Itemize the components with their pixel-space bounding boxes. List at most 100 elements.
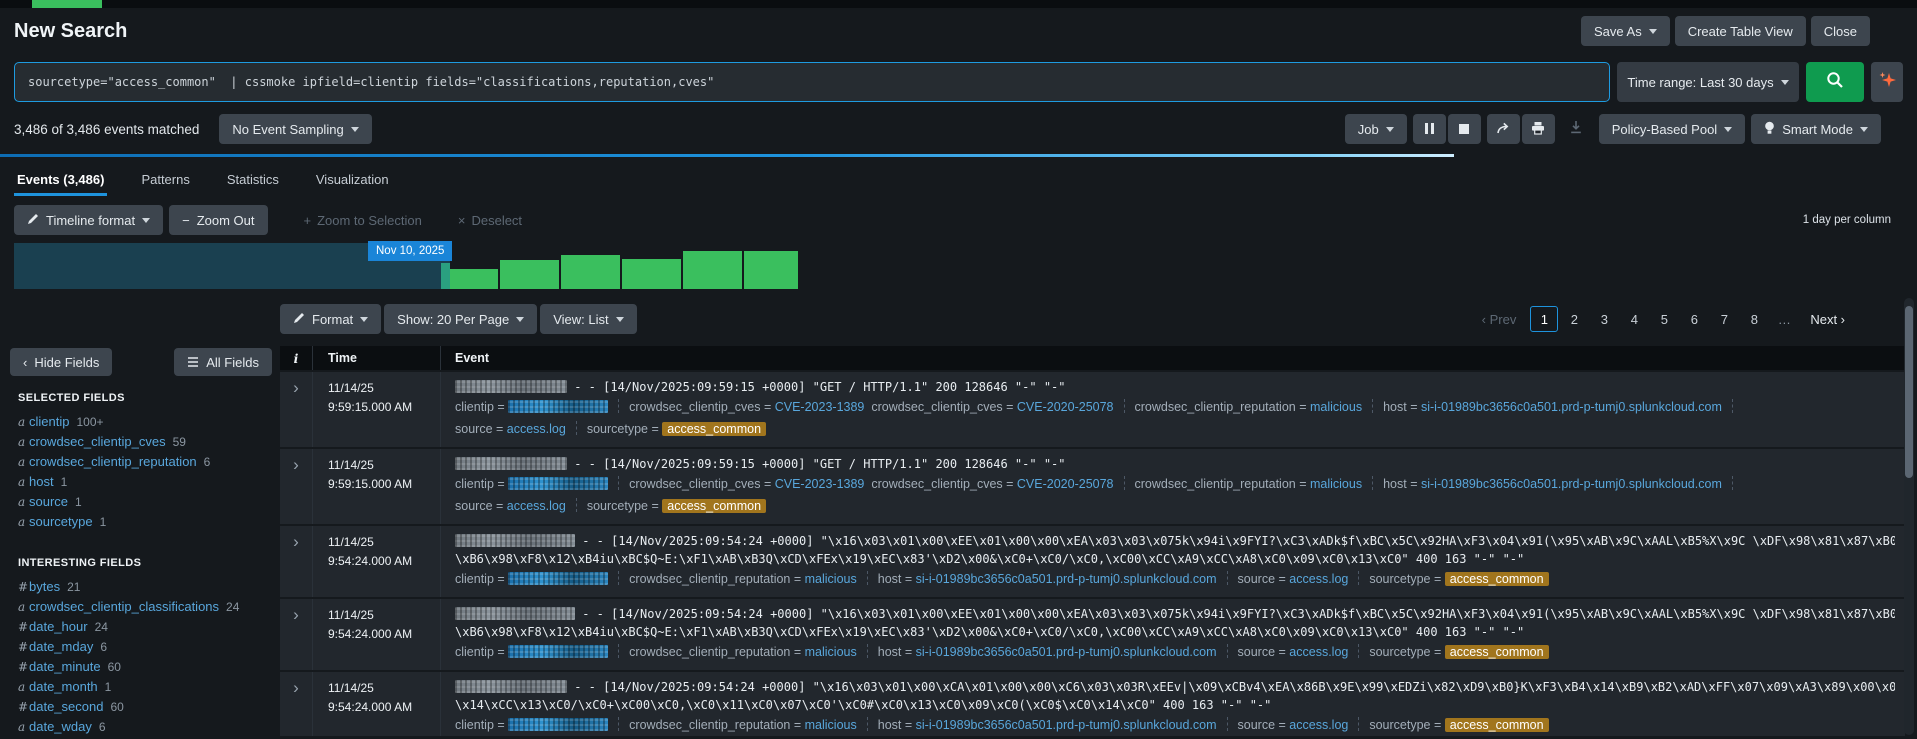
create-table-view-button[interactable]: Create Table View <box>1675 16 1806 46</box>
field-key[interactable]: source <box>455 422 493 436</box>
workload-pool-button[interactable]: Policy-Based Pool <box>1599 114 1746 144</box>
field-item-bytes[interactable]: #bytes21 <box>10 576 280 596</box>
field-value[interactable]: si-i-01989bc3656c0a501.prd-p-tumj0.splun… <box>916 718 1217 732</box>
field-item-date_second[interactable]: #date_second60 <box>10 696 280 716</box>
field-item-date_hour[interactable]: #date_hour24 <box>10 616 280 636</box>
field-value[interactable]: access_common <box>662 422 766 436</box>
field-key[interactable]: crowdsec_clientip_cves <box>871 477 1002 491</box>
event-sampling-button[interactable]: No Event Sampling <box>219 114 371 144</box>
field-key[interactable]: crowdsec_clientip_cves <box>629 477 760 491</box>
field-key[interactable]: clientip <box>455 477 494 491</box>
field-key[interactable]: sourcetype <box>587 499 648 513</box>
field-key[interactable]: host <box>1383 477 1407 491</box>
field-value[interactable]: CVE-2020-25078 <box>1017 400 1114 414</box>
tab-patterns[interactable]: Patterns <box>138 157 192 201</box>
hide-fields-button[interactable]: ‹ Hide Fields <box>10 348 112 376</box>
search-mode-button[interactable]: Smart Mode <box>1751 114 1881 144</box>
pagination-page-2[interactable]: 2 <box>1560 306 1588 332</box>
field-key[interactable]: crowdsec_clientip_reputation <box>629 645 790 659</box>
expand-chevron-icon[interactable]: › <box>293 678 299 697</box>
redacted-clientip-value[interactable] <box>508 718 608 731</box>
pagination-page-5[interactable]: 5 <box>1650 306 1678 332</box>
field-key[interactable]: source <box>1238 645 1276 659</box>
field-key[interactable]: clientip <box>455 572 494 586</box>
field-item-date_minute[interactable]: #date_minute60 <box>10 656 280 676</box>
redacted-clientip-value[interactable] <box>508 645 608 658</box>
close-button[interactable]: Close <box>1811 16 1870 46</box>
timeline-bar[interactable] <box>622 259 681 289</box>
field-key[interactable]: sourcetype <box>1369 645 1430 659</box>
all-fields-button[interactable]: All Fields <box>174 348 272 376</box>
job-menu-button[interactable]: Job <box>1345 114 1407 144</box>
per-page-button[interactable]: Show: 20 Per Page <box>384 304 537 334</box>
pause-job-button[interactable] <box>1413 114 1446 144</box>
tab-events-3-486[interactable]: Events (3,486) <box>14 157 107 201</box>
stop-job-button[interactable] <box>1448 114 1481 144</box>
pagination-page-8[interactable]: 8 <box>1740 306 1768 332</box>
field-key[interactable]: sourcetype <box>1369 572 1430 586</box>
pagination-next[interactable]: Next › <box>1810 312 1845 327</box>
pagination-page-1[interactable]: 1 <box>1530 306 1558 332</box>
print-job-button[interactable] <box>1522 114 1555 144</box>
field-key[interactable]: host <box>878 718 902 732</box>
field-value[interactable]: CVE-2020-25078 <box>1017 477 1114 491</box>
redacted-clientip-value[interactable] <box>508 477 608 490</box>
field-value[interactable]: access.log <box>1289 718 1348 732</box>
field-key[interactable]: host <box>1383 400 1407 414</box>
field-value[interactable]: si-i-01989bc3656c0a501.prd-p-tumj0.splun… <box>916 572 1217 586</box>
field-value[interactable]: access.log <box>507 422 566 436</box>
field-value[interactable]: access_common <box>1445 645 1549 659</box>
field-value[interactable]: access_common <box>1445 718 1549 732</box>
timeline-bar[interactable] <box>683 251 742 289</box>
pagination-page-3[interactable]: 3 <box>1590 306 1618 332</box>
pagination-page-4[interactable]: 4 <box>1620 306 1648 332</box>
field-key[interactable]: host <box>878 645 902 659</box>
field-key[interactable]: host <box>878 572 902 586</box>
field-value[interactable]: malicious <box>1310 400 1362 414</box>
field-value[interactable]: si-i-01989bc3656c0a501.prd-p-tumj0.splun… <box>1421 477 1722 491</box>
ai-assistant-button[interactable] <box>1871 62 1903 102</box>
field-key[interactable]: crowdsec_clientip_reputation <box>1135 477 1296 491</box>
field-key[interactable]: crowdsec_clientip_cves <box>629 400 760 414</box>
timeline-bar[interactable] <box>450 269 498 289</box>
field-value[interactable]: malicious <box>805 645 857 659</box>
field-value[interactable]: malicious <box>805 572 857 586</box>
field-key[interactable]: source <box>1238 718 1276 732</box>
pagination-page-6[interactable]: 6 <box>1680 306 1708 332</box>
field-key[interactable]: clientip <box>455 645 494 659</box>
field-value[interactable]: CVE-2023-1389 <box>775 400 865 414</box>
search-query-input[interactable]: sourcetype="access_common" | cssmoke ipf… <box>14 62 1610 102</box>
field-key[interactable]: source <box>1238 572 1276 586</box>
field-value[interactable]: malicious <box>805 718 857 732</box>
field-key[interactable]: crowdsec_clientip_reputation <box>629 718 790 732</box>
field-key[interactable]: clientip <box>455 400 494 414</box>
view-mode-button[interactable]: View: List <box>540 304 636 334</box>
field-item-source[interactable]: asource1 <box>10 491 280 511</box>
run-search-button[interactable] <box>1806 62 1864 102</box>
field-value[interactable]: malicious <box>1310 477 1362 491</box>
timeline-format-button[interactable]: Timeline format <box>14 205 163 235</box>
field-item-date_wday[interactable]: adate_wday6 <box>10 716 280 736</box>
field-item-sourcetype[interactable]: asourcetype1 <box>10 511 280 531</box>
field-value[interactable]: access.log <box>507 499 566 513</box>
field-key[interactable]: crowdsec_clientip_reputation <box>629 572 790 586</box>
field-value[interactable]: access_common <box>662 499 766 513</box>
expand-chevron-icon[interactable]: › <box>293 605 299 624</box>
expand-chevron-icon[interactable]: › <box>293 455 299 474</box>
field-item-crowdsec_clientip_classifications[interactable]: acrowdsec_clientip_classifications24 <box>10 596 280 616</box>
redacted-clientip-value[interactable] <box>508 572 608 585</box>
vertical-scrollbar[interactable] <box>1904 298 1914 735</box>
zoom-out-button[interactable]: − Zoom Out <box>169 205 267 235</box>
field-item-date_month[interactable]: adate_month1 <box>10 676 280 696</box>
timeline-bar[interactable] <box>561 255 620 289</box>
share-job-button[interactable] <box>1487 114 1520 144</box>
pagination-page-7[interactable]: 7 <box>1710 306 1738 332</box>
tab-visualization[interactable]: Visualization <box>313 157 392 201</box>
field-value[interactable]: si-i-01989bc3656c0a501.prd-p-tumj0.splun… <box>1421 400 1722 414</box>
field-key[interactable]: crowdsec_clientip_reputation <box>1135 400 1296 414</box>
tab-statistics[interactable]: Statistics <box>224 157 282 201</box>
field-item-crowdsec_clientip_reputation[interactable]: acrowdsec_clientip_reputation6 <box>10 451 280 471</box>
field-item-date_mday[interactable]: #date_mday6 <box>10 636 280 656</box>
field-value[interactable]: si-i-01989bc3656c0a501.prd-p-tumj0.splun… <box>916 645 1217 659</box>
field-value[interactable]: access.log <box>1289 645 1348 659</box>
